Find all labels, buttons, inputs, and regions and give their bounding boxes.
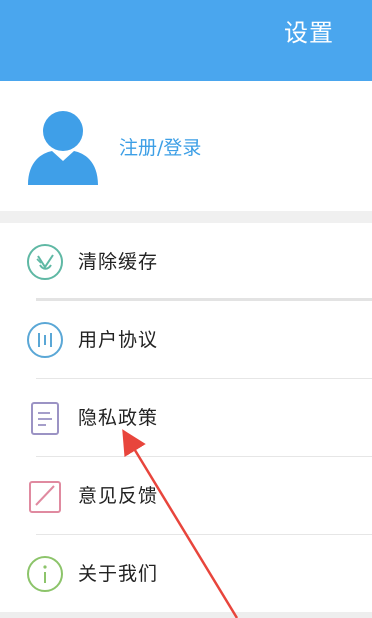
broom-icon — [27, 244, 63, 280]
profile-section[interactable]: 注册/登录 — [0, 81, 372, 211]
menu-item-about-us[interactable]: 关于我们 — [0, 535, 372, 613]
section-separator — [0, 211, 372, 223]
menu-item-label: 清除缓存 — [78, 251, 159, 273]
settings-menu: 清除缓存 用户协议 隐私政策 意见反馈 关于我们 — [0, 223, 372, 613]
menu-item-feedback[interactable]: 意见反馈 — [0, 457, 372, 535]
page-title: 设置 — [284, 19, 334, 47]
info-icon — [27, 556, 63, 592]
document-icon — [31, 402, 59, 435]
menu-item-user-agreement[interactable]: 用户协议 — [0, 301, 372, 379]
user-avatar-icon[interactable] — [26, 109, 100, 185]
menu-item-label: 隐私政策 — [78, 407, 159, 429]
menu-item-label: 用户协议 — [78, 329, 159, 351]
menu-item-label: 意见反馈 — [78, 485, 159, 507]
edit-icon — [29, 481, 61, 513]
menu-item-clear-cache[interactable]: 清除缓存 — [0, 223, 372, 301]
agreement-icon — [27, 322, 63, 358]
login-register-link[interactable]: 注册/登录 — [119, 133, 201, 160]
menu-item-privacy-policy[interactable]: 隐私政策 — [0, 379, 372, 457]
app-header: 设置 — [0, 0, 372, 81]
menu-item-label: 关于我们 — [78, 563, 159, 585]
bottom-divider — [0, 612, 372, 618]
